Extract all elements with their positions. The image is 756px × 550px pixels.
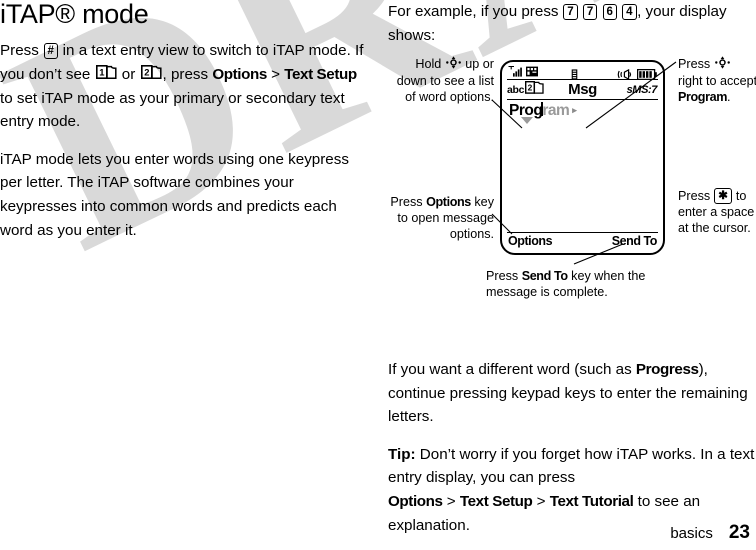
page-title: iTAP® mode xyxy=(0,0,149,29)
callout-text-part: . xyxy=(727,90,731,105)
next-word-arrow-icon[interactable]: ▸ xyxy=(572,105,577,116)
callout-text-part: Press xyxy=(678,189,714,203)
keycap-4-icon: 4 xyxy=(622,4,637,20)
callout-bold-options: Options xyxy=(426,195,471,209)
phone-title-row: abc 2 Msg sMS:7 xyxy=(507,80,658,100)
paragraph-text-part: Don’t worry if you forget how iTAP works… xyxy=(388,445,755,487)
menu-path-text-setup: Text Setup xyxy=(459,492,533,510)
phone-softkey-bar: Options Send To xyxy=(507,232,658,249)
paragraph-text-part: to set iTAP mode as your primary or seco… xyxy=(0,89,345,131)
bold-progress: Progress xyxy=(635,361,699,378)
menu-path-options: Options xyxy=(212,65,267,83)
paragraph-text-part: Press xyxy=(0,42,44,60)
menu-path-options: Options xyxy=(388,492,443,510)
paragraph-text-part: or xyxy=(117,65,140,83)
phone-status-bar xyxy=(507,64,658,82)
footer-section-name: basics xyxy=(670,525,713,542)
callout-press-star: Press ✱ to enter a space at the cursor. xyxy=(678,188,756,237)
callout-text-part: Press xyxy=(678,57,714,71)
softkey-right-send-to[interactable]: Send To xyxy=(612,234,658,248)
phone-text-entry-area[interactable]: Prog ram ▸ xyxy=(507,100,658,232)
hash-keycap-icon: # xyxy=(43,43,58,60)
text-mode-book-2-icon: 2 xyxy=(140,63,162,87)
phone-char-counter: sMS:7 xyxy=(626,83,658,96)
menu-path-separator: > xyxy=(266,65,285,83)
paragraph-text-part: If you want a different word (such as xyxy=(388,361,636,378)
word-list-down-arrow-icon[interactable] xyxy=(521,117,533,124)
callout-text-part: Press xyxy=(390,195,427,209)
paragraph-switch-to-itap: Press # in a text entry view to switch t… xyxy=(0,39,372,133)
paragraph-text-part: For example, if you press xyxy=(388,3,563,20)
phone-display-figure: abc 2 Msg sMS:7 Prog ram ▸ Options Send To xyxy=(388,46,756,311)
menu-path-text-tutorial: Text Tutorial xyxy=(549,492,634,510)
keycap-6-icon: 6 xyxy=(602,4,617,20)
navigation-key-icon xyxy=(445,56,461,73)
text-cursor xyxy=(541,102,544,116)
right-lower-text: If you want a different word (such as Pr… xyxy=(388,358,756,537)
callout-text-part: Press xyxy=(486,269,522,283)
left-text-column: iTAP® mode Press # in a text entry view … xyxy=(0,0,372,242)
text-mode-book-1-icon: 1 xyxy=(95,63,117,87)
paragraph-different-word: If you want a different word (such as Pr… xyxy=(388,358,756,429)
callout-press-send-to: Press Send To key when the message is co… xyxy=(486,268,696,300)
paragraph-itap-explanation: iTAP mode lets you enter words using one… xyxy=(0,150,349,239)
callout-bold-program: Program xyxy=(678,90,727,105)
svg-text:1: 1 xyxy=(99,67,104,78)
roam-icon xyxy=(526,64,538,82)
softkey-left-options[interactable]: Options xyxy=(508,234,553,248)
right-text-column: For example, if you press 7 7 6 4, your … xyxy=(388,0,756,47)
page-footer: basics 23 xyxy=(670,522,750,544)
callout-text-part: Hold xyxy=(415,57,445,71)
menu-path-separator: > xyxy=(532,492,550,510)
callout-hold-nav: Hold up or down to see a list of word op… xyxy=(386,56,494,106)
callout-press-options: Press Options key to open message option… xyxy=(386,194,494,243)
callout-press-accept: Press right to accept Program. xyxy=(678,56,756,106)
predicted-text: ram xyxy=(542,102,570,119)
keycap-7-icon: 7 xyxy=(582,4,598,20)
navigation-key-icon xyxy=(714,56,730,73)
callout-text-part: right to accept xyxy=(678,74,756,89)
star-keycap-icon: ✱ xyxy=(714,188,732,204)
phone-mockup: abc 2 Msg sMS:7 Prog ram ▸ Options Send To xyxy=(500,60,665,255)
phone-screen: abc 2 Msg sMS:7 Prog ram ▸ Options Send To xyxy=(507,64,658,249)
keycap-7-icon: 7 xyxy=(563,4,578,20)
paragraph-example-keys: For example, if you press 7 7 6 4, your … xyxy=(388,0,756,47)
callout-bold-send-to: Send To xyxy=(521,269,568,283)
menu-path-text-setup: Text Setup xyxy=(284,65,357,83)
svg-text:2: 2 xyxy=(144,67,149,78)
paragraph-text-part: , press xyxy=(162,65,213,83)
tip-label: Tip: xyxy=(388,445,416,463)
menu-path-separator: > xyxy=(442,492,460,510)
signal-strength-icon xyxy=(508,64,524,82)
footer-page-number: 23 xyxy=(728,522,750,543)
